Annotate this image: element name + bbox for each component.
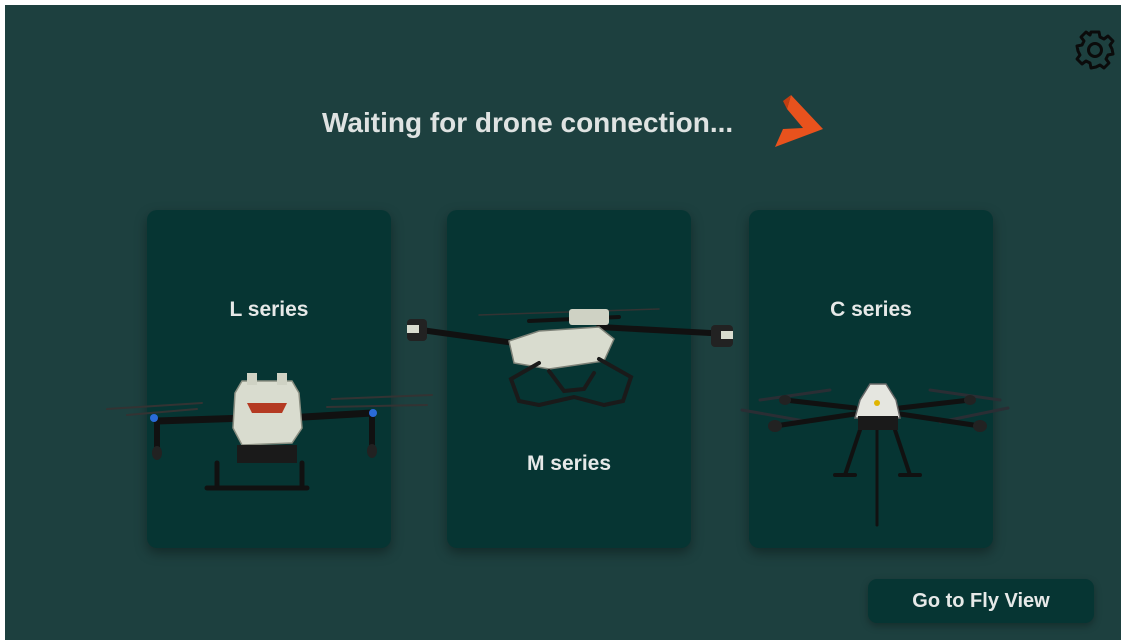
c-series-drone-image bbox=[740, 383, 1010, 527]
go-to-fly-view-button[interactable]: Go to Fly View bbox=[868, 579, 1094, 623]
brand-logo-icon bbox=[775, 95, 823, 147]
status-title: Waiting for drone connection... bbox=[322, 107, 734, 138]
l-series-drone-image bbox=[106, 373, 433, 491]
m-series-drone-image bbox=[407, 308, 733, 407]
settings-button[interactable] bbox=[1069, 24, 1121, 76]
drone-selection-screen: Waiting for drone connection... L series… bbox=[5, 5, 1121, 640]
c-series-label: C series bbox=[830, 298, 912, 321]
m-series-label: M series bbox=[526, 452, 612, 475]
l-series-label: L series bbox=[229, 298, 309, 321]
gear-icon bbox=[1075, 30, 1115, 70]
connection-status: Waiting for drone connection... bbox=[5, 95, 1121, 155]
